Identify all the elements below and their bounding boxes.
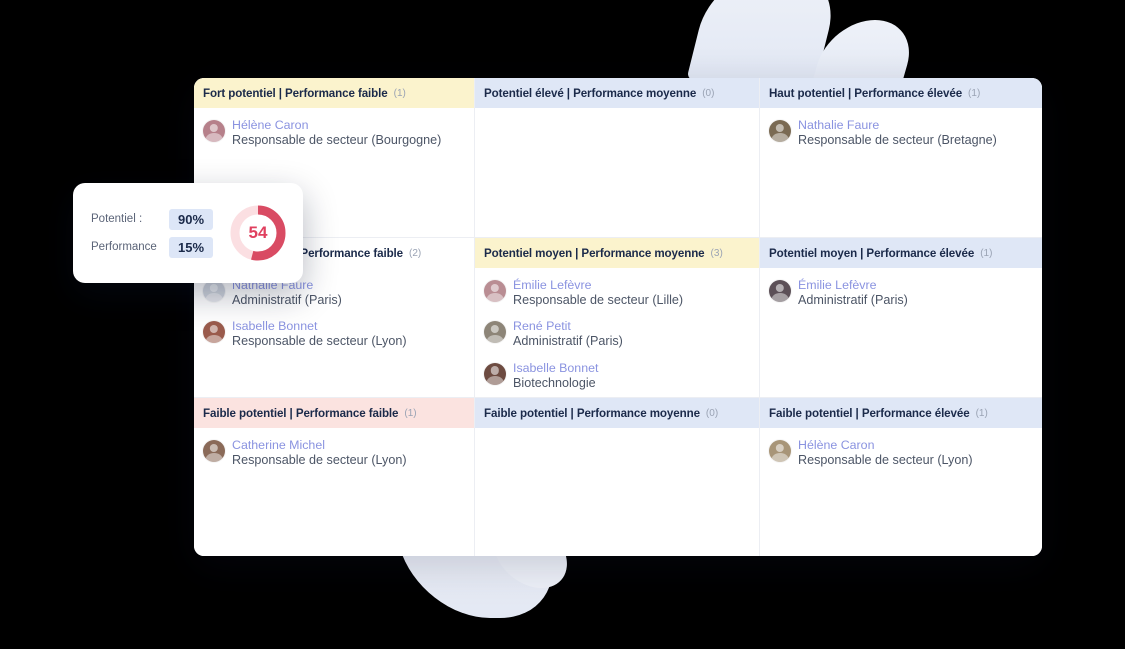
person-name[interactable]: Émilie Lefèvre	[798, 278, 908, 293]
cell-title: Potentiel moyen | Performance élevée	[769, 246, 975, 260]
matrix-cell-potentiel-eleve-performance-moyenne[interactable]: Potentiel élevé | Performance moyenne (0)	[475, 78, 760, 238]
person-name[interactable]: Isabelle Bonnet	[232, 319, 407, 334]
person-name[interactable]: Hélène Caron	[798, 438, 973, 453]
person-name[interactable]: Hélène Caron	[232, 118, 441, 133]
performance-label: Performance	[91, 241, 157, 253]
cell-header-potentiel-moyen-performance-elevee: Potentiel moyen | Performance élevée (1)	[760, 238, 1042, 268]
list-item[interactable]: Hélène Caron Responsable de secteur (Lyon…	[769, 437, 1034, 467]
list-item[interactable]: Isabelle Bonnet Biotechnologie	[484, 360, 751, 390]
metric-row-potentiel: Potentiel : 90%	[91, 208, 221, 230]
cell-count: (2)	[409, 247, 422, 259]
avatar	[203, 440, 225, 462]
nine-box-matrix-card: Fort potentiel | Performance faible (1) Hé…	[194, 78, 1042, 556]
people-list	[475, 428, 759, 437]
cell-title: Potentiel moyen | Performance moyenne	[484, 246, 705, 260]
cell-title: Faible potentiel | Performance moyenne	[484, 406, 700, 420]
person-name[interactable]: René Petit	[513, 319, 623, 334]
score-value: 54	[248, 223, 268, 242]
cell-header-haut-potentiel-performance-elevee: Haut potentiel | Performance élevée (1)	[760, 78, 1042, 108]
cell-count: (1)	[980, 247, 993, 259]
people-list	[475, 108, 759, 117]
matrix-cell-faible-potentiel-performance-elevee[interactable]: Faible potentiel | Performance élevée (1)…	[760, 398, 1042, 556]
score-gauge: 54	[227, 202, 289, 264]
people-list: Hélène Caron Responsable de secteur (Lyon…	[760, 428, 1042, 467]
list-item[interactable]: Émilie Lefèvre Administratif (Paris)	[769, 277, 1034, 307]
person-name[interactable]: Nathalie Faure	[798, 118, 997, 133]
cell-count: (3)	[710, 247, 723, 259]
cell-count: (0)	[702, 87, 715, 99]
cell-header-potentiel-eleve-performance-moyenne: Potentiel élevé | Performance moyenne (0)	[475, 78, 759, 108]
score-metrics: Potentiel : 90% Performance 15%	[91, 202, 221, 265]
matrix-cell-potentiel-moyen-performance-moyenne[interactable]: Potentiel moyen | Performance moyenne (3)…	[475, 238, 760, 398]
cell-header-faible-potentiel-performance-moyenne: Faible potentiel | Performance moyenne (0…	[475, 398, 759, 428]
decorative-blob-bottom	[399, 548, 571, 618]
nine-box-grid: Fort potentiel | Performance faible (1) Hé…	[194, 78, 1042, 556]
avatar	[484, 280, 506, 302]
person-role: Responsable de secteur (Lyon)	[232, 334, 407, 349]
cell-header-fort-potentiel-performance-faible: Fort potentiel | Performance faible (1)	[194, 78, 474, 108]
people-list: Catherine Michel Responsable de secteur (…	[194, 428, 474, 467]
cell-count: (1)	[975, 407, 988, 419]
matrix-cell-haut-potentiel-performance-elevee[interactable]: Haut potentiel | Performance élevée (1) Na…	[760, 78, 1042, 238]
avatar	[203, 321, 225, 344]
avatar	[203, 280, 225, 302]
list-item[interactable]: Catherine Michel Responsable de secteur (…	[203, 437, 466, 467]
person-role: Responsable de secteur (Lyon)	[232, 452, 407, 467]
person-name[interactable]: Isabelle Bonnet	[513, 361, 598, 376]
list-item[interactable]: Nathalie Faure Responsable de secteur (Br…	[769, 117, 1034, 147]
cell-title: Haut potentiel | Performance élevée	[769, 86, 963, 100]
person-role: Administratif (Paris)	[798, 292, 908, 307]
avatar	[769, 120, 791, 142]
cell-header-faible-potentiel-performance-faible: Faible potentiel | Performance faible (1)	[194, 398, 474, 428]
cell-count: (1)	[393, 87, 406, 99]
avatar	[484, 321, 506, 344]
avatar	[203, 120, 225, 142]
cell-title: Potentiel élevé | Performance moyenne	[484, 86, 697, 100]
person-role: Responsable de secteur (Bourgogne)	[232, 132, 442, 147]
people-list: Nathalie Faure Responsable de secteur (Br…	[760, 108, 1042, 147]
matrix-cell-potentiel-moyen-performance-elevee[interactable]: Potentiel moyen | Performance élevée (1) É…	[760, 238, 1042, 398]
potentiel-value: 90%	[169, 208, 214, 230]
decorative-blob-top	[686, 0, 844, 80]
person-role: Biotechnologie	[513, 375, 596, 390]
people-list: Émilie Lefèvre Administratif (Paris)	[760, 268, 1042, 307]
person-name[interactable]: Catherine Michel	[232, 438, 407, 453]
list-item[interactable]: Hélène Caron Responsable de secteur (Bour…	[203, 117, 466, 147]
people-list: Hélène Caron Responsable de secteur (Bour…	[194, 108, 474, 147]
people-list: Émilie Lefèvre Responsable de secteur (Li…	[475, 268, 759, 390]
cell-header-potentiel-moyen-performance-moyenne: Potentiel moyen | Performance moyenne (3)	[475, 238, 759, 268]
performance-value: 15%	[169, 236, 214, 258]
person-role: Responsable de secteur (Lille)	[513, 292, 684, 307]
cell-header-faible-potentiel-performance-elevee: Faible potentiel | Performance élevée (1)	[760, 398, 1042, 428]
cell-count: (0)	[705, 407, 719, 419]
list-item[interactable]: Émilie Lefèvre Responsable de secteur (Li…	[484, 277, 751, 307]
matrix-cell-faible-potentiel-performance-moyenne[interactable]: Faible potentiel | Performance moyenne (0…	[475, 398, 760, 556]
person-name[interactable]: Émilie Lefèvre	[513, 278, 683, 293]
cell-count: (1)	[968, 87, 981, 99]
score-popup: Potentiel : 90% Performance 15% 54	[73, 183, 303, 283]
avatar	[484, 362, 506, 385]
person-role: Administratif (Paris)	[232, 292, 342, 307]
person-role: Administratif (Paris)	[513, 334, 623, 349]
cell-title: Faible potentiel | Performance élevée	[769, 406, 970, 420]
cell-title: Fort potentiel | Performance faible	[203, 86, 388, 100]
list-item[interactable]: Isabelle Bonnet Responsable de secteur (L…	[203, 318, 466, 348]
person-role: Responsable de secteur (Lyon)	[798, 452, 973, 467]
potentiel-label: Potentiel :	[91, 213, 143, 225]
metric-row-performance: Performance 15%	[91, 236, 221, 258]
matrix-cell-faible-potentiel-performance-faible[interactable]: Faible potentiel | Performance faible (1)…	[194, 398, 475, 556]
screen-canvas: Fort potentiel | Performance faible (1) Hé…	[0, 0, 1125, 649]
list-item[interactable]: René Petit Administratif (Paris)	[484, 318, 751, 348]
avatar	[769, 440, 791, 462]
cell-count: (1)	[404, 407, 417, 419]
avatar	[769, 280, 791, 302]
cell-title: Faible potentiel | Performance faible	[203, 406, 399, 420]
person-role: Responsable de secteur (Bretagne)	[798, 132, 997, 147]
